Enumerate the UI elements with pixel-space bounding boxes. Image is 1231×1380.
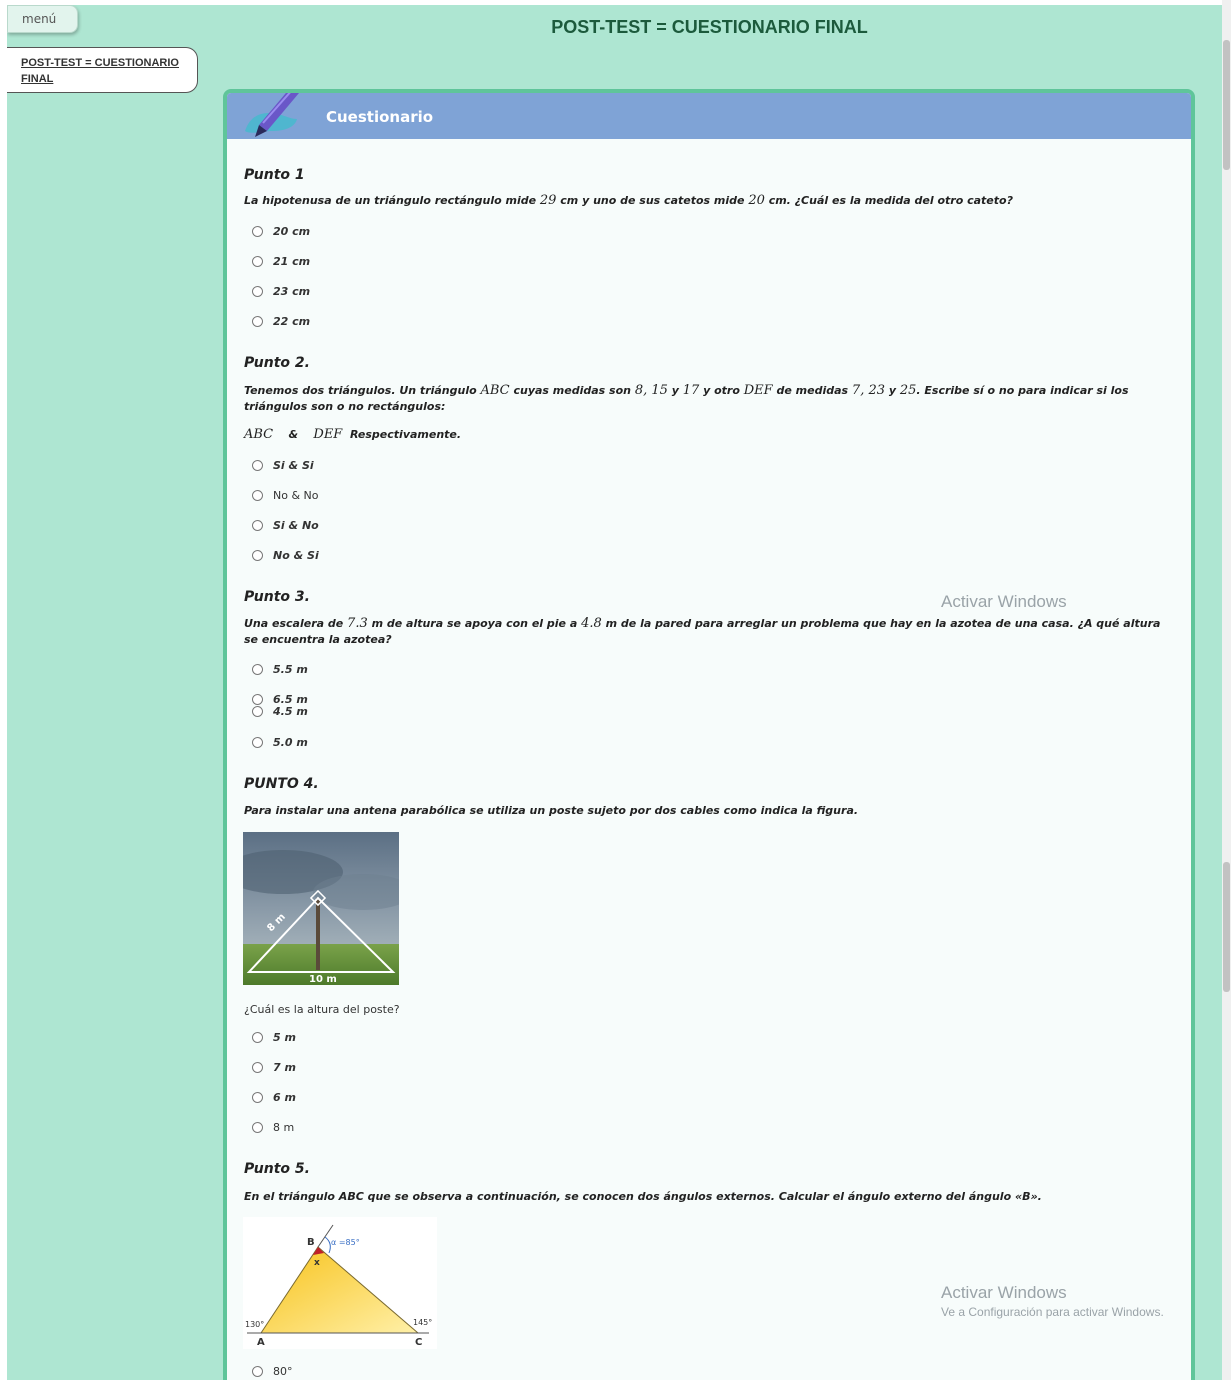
radio-button[interactable] bbox=[252, 520, 263, 531]
svg-text:α =85°: α =85° bbox=[331, 1238, 360, 1247]
svg-text:145°: 145° bbox=[413, 1318, 432, 1327]
q4-text: Para instalar una antena parabólica se u… bbox=[244, 804, 859, 817]
scroll-thumb[interactable] bbox=[1223, 40, 1230, 170]
q4-title: PUNTO 4. bbox=[244, 776, 319, 792]
radio-button[interactable] bbox=[252, 256, 263, 267]
svg-text:A: A bbox=[257, 1337, 265, 1348]
app-window: menú POST-TEST = CUESTIONARIO FINAL POST… bbox=[7, 5, 1222, 1380]
radio-button[interactable] bbox=[252, 286, 263, 297]
radio-button[interactable] bbox=[252, 460, 263, 471]
svg-text:B: B bbox=[307, 1237, 315, 1248]
q1-option[interactable]: 22 cm bbox=[252, 315, 310, 328]
card-header: Cuestionario bbox=[227, 93, 1191, 139]
radio-button[interactable] bbox=[252, 490, 263, 501]
q4-question: ¿Cuál es la altura del poste? bbox=[244, 1003, 400, 1016]
q1-option[interactable]: 21 cm bbox=[252, 255, 310, 268]
radio-button[interactable] bbox=[252, 1092, 263, 1103]
quiz-card: Cuestionario Punto 1 La hipotenusa de un… bbox=[223, 89, 1195, 1380]
q1-title: Punto 1 bbox=[244, 167, 305, 183]
q3-text: Una escalera de 7.3 m de altura se apoya… bbox=[244, 616, 1161, 646]
q4-option[interactable]: 6 m bbox=[252, 1091, 296, 1104]
antenna-pole-figure: 8 m 10 m bbox=[243, 832, 399, 985]
radio-button[interactable] bbox=[252, 1366, 263, 1377]
radio-button[interactable] bbox=[252, 226, 263, 237]
q5-option[interactable]: 80° bbox=[252, 1365, 293, 1378]
svg-text:C: C bbox=[415, 1337, 422, 1348]
radio-button[interactable] bbox=[252, 550, 263, 561]
q4-option[interactable]: 5 m bbox=[252, 1031, 296, 1044]
q2-option[interactable]: Si & No bbox=[252, 519, 319, 532]
triangle-figure: B x α =85° A C 130° 145° bbox=[243, 1217, 437, 1349]
toc-link-post-test[interactable]: POST-TEST = CUESTIONARIO FINAL bbox=[21, 55, 181, 87]
q2-subline: ABC & DEF Respectivamente. bbox=[244, 427, 462, 442]
q3-option[interactable]: 4.5 m bbox=[252, 705, 308, 718]
svg-text:x: x bbox=[314, 1258, 320, 1268]
q5-text: En el triángulo ABC que se observa a con… bbox=[244, 1190, 1042, 1203]
q1-option[interactable]: 20 cm bbox=[252, 225, 310, 238]
q4-option[interactable]: 7 m bbox=[252, 1061, 296, 1074]
radio-button[interactable] bbox=[252, 316, 263, 327]
activation-watermark: Activar Windows bbox=[941, 592, 1067, 611]
q3-title: Punto 3. bbox=[244, 589, 310, 605]
page-title: POST-TEST = CUESTIONARIO FINAL bbox=[551, 17, 868, 37]
q2-option[interactable]: No & Si bbox=[252, 549, 319, 562]
pencil-icon bbox=[245, 93, 299, 137]
q1-option[interactable]: 23 cm bbox=[252, 285, 310, 298]
q2-option[interactable]: No & No bbox=[252, 489, 319, 502]
radio-button[interactable] bbox=[252, 1062, 263, 1073]
radio-button[interactable] bbox=[252, 737, 263, 748]
scrollbar[interactable] bbox=[1222, 0, 1231, 1380]
q5-title: Punto 5. bbox=[244, 1161, 310, 1177]
radio-button[interactable] bbox=[252, 1122, 263, 1133]
toc-panel: POST-TEST = CUESTIONARIO FINAL bbox=[7, 47, 198, 93]
q1-text: La hipotenusa de un triángulo rectángulo… bbox=[244, 193, 1013, 208]
svg-text:10 m: 10 m bbox=[309, 974, 337, 985]
radio-button[interactable] bbox=[252, 1032, 263, 1043]
q3-option[interactable]: 5.0 m bbox=[252, 736, 308, 749]
q2-text: Tenemos dos triángulos. Un triángulo ABC… bbox=[244, 383, 1129, 413]
q2-title: Punto 2. bbox=[244, 355, 310, 371]
activation-watermark: Activar Windows Ve a Configuración para … bbox=[941, 1283, 1164, 1319]
q4-option[interactable]: 8 m bbox=[252, 1121, 294, 1134]
card-title: Cuestionario bbox=[326, 108, 434, 126]
radio-button[interactable] bbox=[252, 706, 263, 717]
q3-option[interactable]: 5.5 m bbox=[252, 663, 308, 676]
q2-option[interactable]: Si & Si bbox=[252, 459, 314, 472]
svg-text:130°: 130° bbox=[245, 1320, 264, 1329]
scroll-thumb[interactable] bbox=[1223, 862, 1230, 992]
radio-button[interactable] bbox=[252, 694, 263, 705]
radio-button[interactable] bbox=[252, 664, 263, 675]
